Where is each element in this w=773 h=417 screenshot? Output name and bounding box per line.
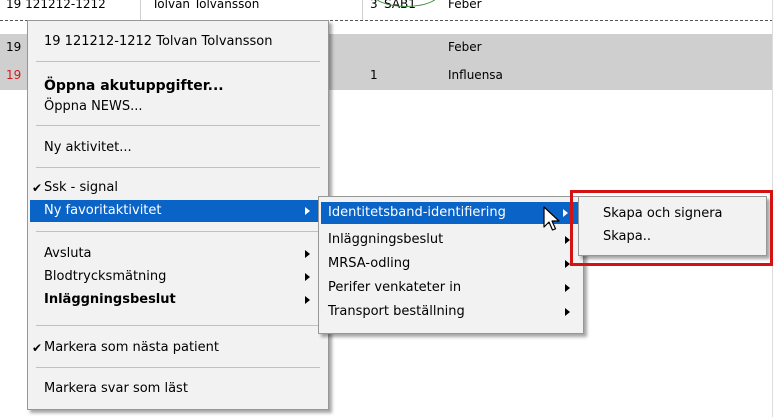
menu-item-mark-next-patient[interactable]: ✔ Markera som nästa patient bbox=[28, 337, 328, 359]
menu-separator bbox=[36, 231, 320, 232]
check-icon: ✔ bbox=[32, 181, 43, 195]
submenu-arrow-icon bbox=[305, 296, 310, 304]
submenu-item-peripheral-catheter[interactable]: Perifer venkateter in bbox=[319, 277, 583, 299]
cell-personnummer: 19 121212-1212 bbox=[6, 0, 106, 11]
cell-complaint: Influensa bbox=[448, 68, 503, 82]
menu-separator bbox=[36, 367, 320, 368]
submenu-item-mrsa-culture[interactable]: MRSA-odling bbox=[319, 253, 583, 275]
table-row[interactable]: 19 121212-1212 Tolvan Tolvansson 3 SAB1 … bbox=[0, 0, 773, 21]
menu-item-open-news[interactable]: Öppna NEWS... bbox=[28, 96, 328, 118]
submenu-arrow-icon bbox=[305, 273, 310, 281]
submenu-item-transport-order[interactable]: Transport beställning bbox=[319, 301, 583, 323]
cell-name: Tolvan Tolvansson bbox=[152, 0, 260, 11]
cell-complaint: Feber bbox=[448, 0, 482, 11]
cell-personnummer: 19 bbox=[6, 40, 22, 54]
mouse-pointer-icon bbox=[543, 206, 560, 231]
team-marker-oval bbox=[372, 0, 440, 7]
menu-item-blood-pressure[interactable]: Blodtrycksmätning bbox=[28, 266, 328, 288]
menu-item-admission-decision[interactable]: Inläggningsbeslut bbox=[28, 289, 328, 311]
menu-item-mark-answer-read[interactable]: Markera svar som läst bbox=[28, 378, 328, 400]
check-icon: ✔ bbox=[32, 341, 43, 355]
cell-number: 3 bbox=[370, 0, 378, 11]
menu-header-patient: 19 121212-1212 Tolvan Tolvansson bbox=[44, 34, 273, 49]
menu-item-open-emergency-info[interactable]: Öppna akutuppgifter... bbox=[28, 75, 328, 97]
menu-item-finish[interactable]: Avsluta bbox=[28, 243, 328, 265]
context-menu: 19 121212-1212 Tolvan Tolvansson Öppna a… bbox=[27, 20, 329, 410]
menu-separator bbox=[36, 125, 320, 126]
submenu-arrow-icon bbox=[565, 284, 570, 292]
submenu-arrow-icon bbox=[305, 207, 310, 215]
menu-separator bbox=[36, 167, 320, 168]
cell-personnummer: 19 bbox=[6, 68, 22, 82]
menu-separator bbox=[36, 325, 320, 326]
submenu-arrow-icon bbox=[565, 308, 570, 316]
menu-item-new-favorite-activity[interactable]: Ny favoritaktivitet bbox=[30, 200, 326, 222]
cell-number: 1 bbox=[370, 68, 378, 82]
cell-complaint: Feber bbox=[448, 40, 482, 54]
menu-separator bbox=[36, 61, 320, 62]
submenu-arrow-icon bbox=[305, 250, 310, 258]
highlight-annotation-box bbox=[570, 190, 773, 266]
menu-item-new-activity[interactable]: Ny aktivitet... bbox=[28, 137, 328, 159]
menu-item-nurse-signal[interactable]: ✔ Ssk - signal bbox=[28, 177, 328, 199]
